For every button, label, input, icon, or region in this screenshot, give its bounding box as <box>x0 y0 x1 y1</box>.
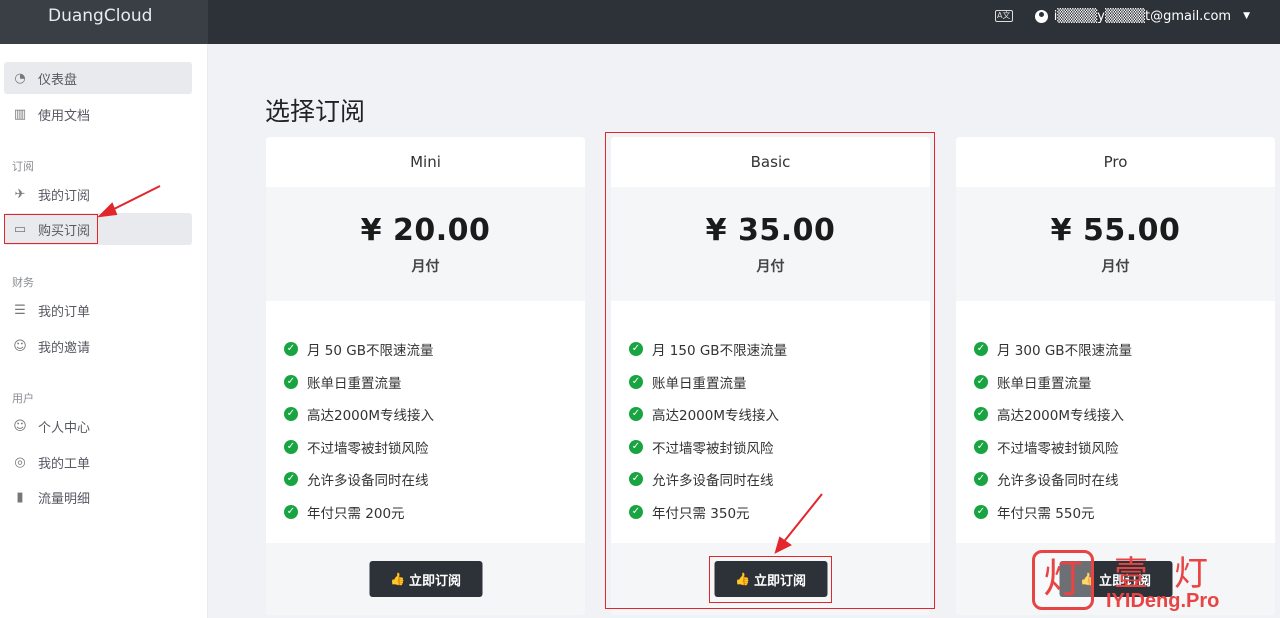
sidebar: ◔ 仪表盘 ▥ 使用文档 订阅 ✈ 我的订阅 ▭ 购买订阅 财务 ☰ 我的订单 … <box>0 44 208 618</box>
users-icon: ☺ <box>13 338 27 354</box>
list-icon: ☰ <box>14 302 26 318</box>
page-title: 选择订阅 <box>265 97 366 126</box>
feature-list: ✓ 月 300 GB不限速流量 ✓ 账单日重置流量 ✓ 高达2000M专线接入 ✓ 不过… <box>956 301 1275 528</box>
plan-price: ¥ 20.00 <box>360 213 491 248</box>
plan-card-mini: Mini ¥ 20.00 月付 ✓ 月 50 GB不限速流量 ✓ 账单日重置流量 ✓… <box>266 137 585 615</box>
section-title-finance: 财务 <box>12 276 34 289</box>
list-item: ✓ 高达2000M专线接入 <box>284 398 585 431</box>
sidebar-item-orders[interactable]: ☰ 我的订单 <box>4 294 192 326</box>
language-icon[interactable]: A文 <box>994 10 1013 22</box>
list-item: ✓ 不过墙零被封锁风险 <box>284 431 585 464</box>
sidebar-item-traffic[interactable]: ▮ 流量明细 <box>4 481 192 513</box>
plan-cycle: 月付 <box>411 259 440 275</box>
book-icon: ▥ <box>13 106 27 122</box>
check-circle-icon: ✓ <box>974 407 988 422</box>
check-circle-icon: ✓ <box>284 439 298 454</box>
list-item: ✓ 月 50 GB不限速流量 <box>284 333 585 366</box>
plan-name: Pro <box>956 137 1275 187</box>
check-circle-icon: ✓ <box>284 342 298 357</box>
sidebar-item-label: 我的邀请 <box>38 340 91 356</box>
support-icon: ◎ <box>14 454 26 470</box>
watermark: 灯 壹灯 IYIDeng.Pro <box>1032 546 1272 616</box>
section-title-user: 用户 <box>12 392 34 405</box>
brand-logo[interactable]: DuangCloud <box>0 0 208 44</box>
plan-cycle: 月付 <box>1101 259 1130 275</box>
list-item: ✓ 高达2000M专线接入 <box>974 398 1275 431</box>
check-circle-icon: ✓ <box>974 472 988 487</box>
list-item: ✓ 账单日重置流量 <box>284 366 585 399</box>
sidebar-item-invites[interactable]: ☺ 我的邀请 <box>4 330 192 362</box>
watermark-en-text: IYIDeng.Pro <box>1106 590 1220 612</box>
sidebar-item-profile[interactable]: ☺ 个人中心 <box>4 410 192 442</box>
list-item: ✓ 允许多设备同时在线 <box>974 463 1275 496</box>
user-menu[interactable]: i▒▒▒▒y▒▒▒▒t@gmail.com ▼ <box>1034 8 1250 24</box>
gauge-icon: ◔ <box>14 70 26 86</box>
plan-price-block: ¥ 55.00 月付 <box>956 187 1275 301</box>
list-item: ✓ 年付只需 550元 <box>974 496 1275 529</box>
watermark-cn-text: 壹灯 <box>1114 554 1234 594</box>
plan-price-block: ¥ 20.00 月付 <box>266 187 585 301</box>
sidebar-item-docs[interactable]: ▥ 使用文档 <box>4 98 192 130</box>
user-avatar-icon <box>1034 9 1048 23</box>
sidebar-item-label: 我的订单 <box>38 304 91 320</box>
sidebar-item-label: 我的订阅 <box>38 188 91 204</box>
sidebar-item-label: 我的工单 <box>38 456 91 472</box>
list-item: ✓ 不过墙零被封锁风险 <box>974 431 1275 464</box>
user-email: i▒▒▒▒y▒▒▒▒t@gmail.com <box>1053 8 1232 24</box>
list-item: ✓ 年付只需 200元 <box>284 496 585 529</box>
list-item: ✓ 允许多设备同时在线 <box>284 463 585 496</box>
plan-footer: 👍 立即订阅 <box>266 543 585 615</box>
check-circle-icon: ✓ <box>974 439 988 454</box>
bar-chart-icon: ▮ <box>16 489 24 505</box>
thumbs-up-icon: 👍 <box>390 572 405 586</box>
top-right-controls: A文 i▒▒▒▒y▒▒▒▒t@gmail.com ▼ <box>994 0 1250 32</box>
check-circle-icon: ✓ <box>284 407 298 422</box>
chevron-down-icon: ▼ <box>1243 11 1250 21</box>
check-circle-icon: ✓ <box>974 342 988 357</box>
list-item: ✓ 月 300 GB不限速流量 <box>974 333 1275 366</box>
sidebar-item-tickets[interactable]: ◎ 我的工单 <box>4 446 192 478</box>
check-circle-icon: ✓ <box>284 504 298 519</box>
sidebar-item-label: 使用文档 <box>38 108 91 124</box>
highlight-box-basic-card <box>605 132 935 609</box>
sidebar-item-label: 个人中心 <box>38 420 91 436</box>
watermark-logo-icon: 灯 <box>1032 550 1094 610</box>
check-circle-icon: ✓ <box>974 374 988 389</box>
highlight-box-buy <box>4 214 98 244</box>
subscribe-button-mini[interactable]: 👍 立即订阅 <box>369 561 482 597</box>
section-title-subscription: 订阅 <box>12 160 34 173</box>
sidebar-item-my-subscription[interactable]: ✈ 我的订阅 <box>4 178 192 210</box>
user-icon: ☺ <box>13 418 27 434</box>
list-item: ✓ 账单日重置流量 <box>974 366 1275 399</box>
sidebar-item-label: 仪表盘 <box>38 72 78 88</box>
plan-price: ¥ 55.00 <box>1050 213 1181 248</box>
sidebar-item-label: 流量明细 <box>38 491 91 507</box>
check-circle-icon: ✓ <box>284 374 298 389</box>
sidebar-item-dashboard[interactable]: ◔ 仪表盘 <box>4 62 192 94</box>
check-circle-icon: ✓ <box>974 504 988 519</box>
plan-card-pro: Pro ¥ 55.00 月付 ✓ 月 300 GB不限速流量 ✓ 账单日重置流量 ✓… <box>956 137 1275 615</box>
highlight-box-basic-button <box>709 556 832 603</box>
top-bar: DuangCloud A文 i▒▒▒▒y▒▒▒▒t@gmail.com ▼ <box>0 0 1280 44</box>
rocket-icon: ✈ <box>14 186 26 202</box>
feature-list: ✓ 月 50 GB不限速流量 ✓ 账单日重置流量 ✓ 高达2000M专线接入 ✓ 不过墙… <box>266 301 585 528</box>
check-circle-icon: ✓ <box>284 472 298 487</box>
plan-name: Mini <box>266 137 585 187</box>
